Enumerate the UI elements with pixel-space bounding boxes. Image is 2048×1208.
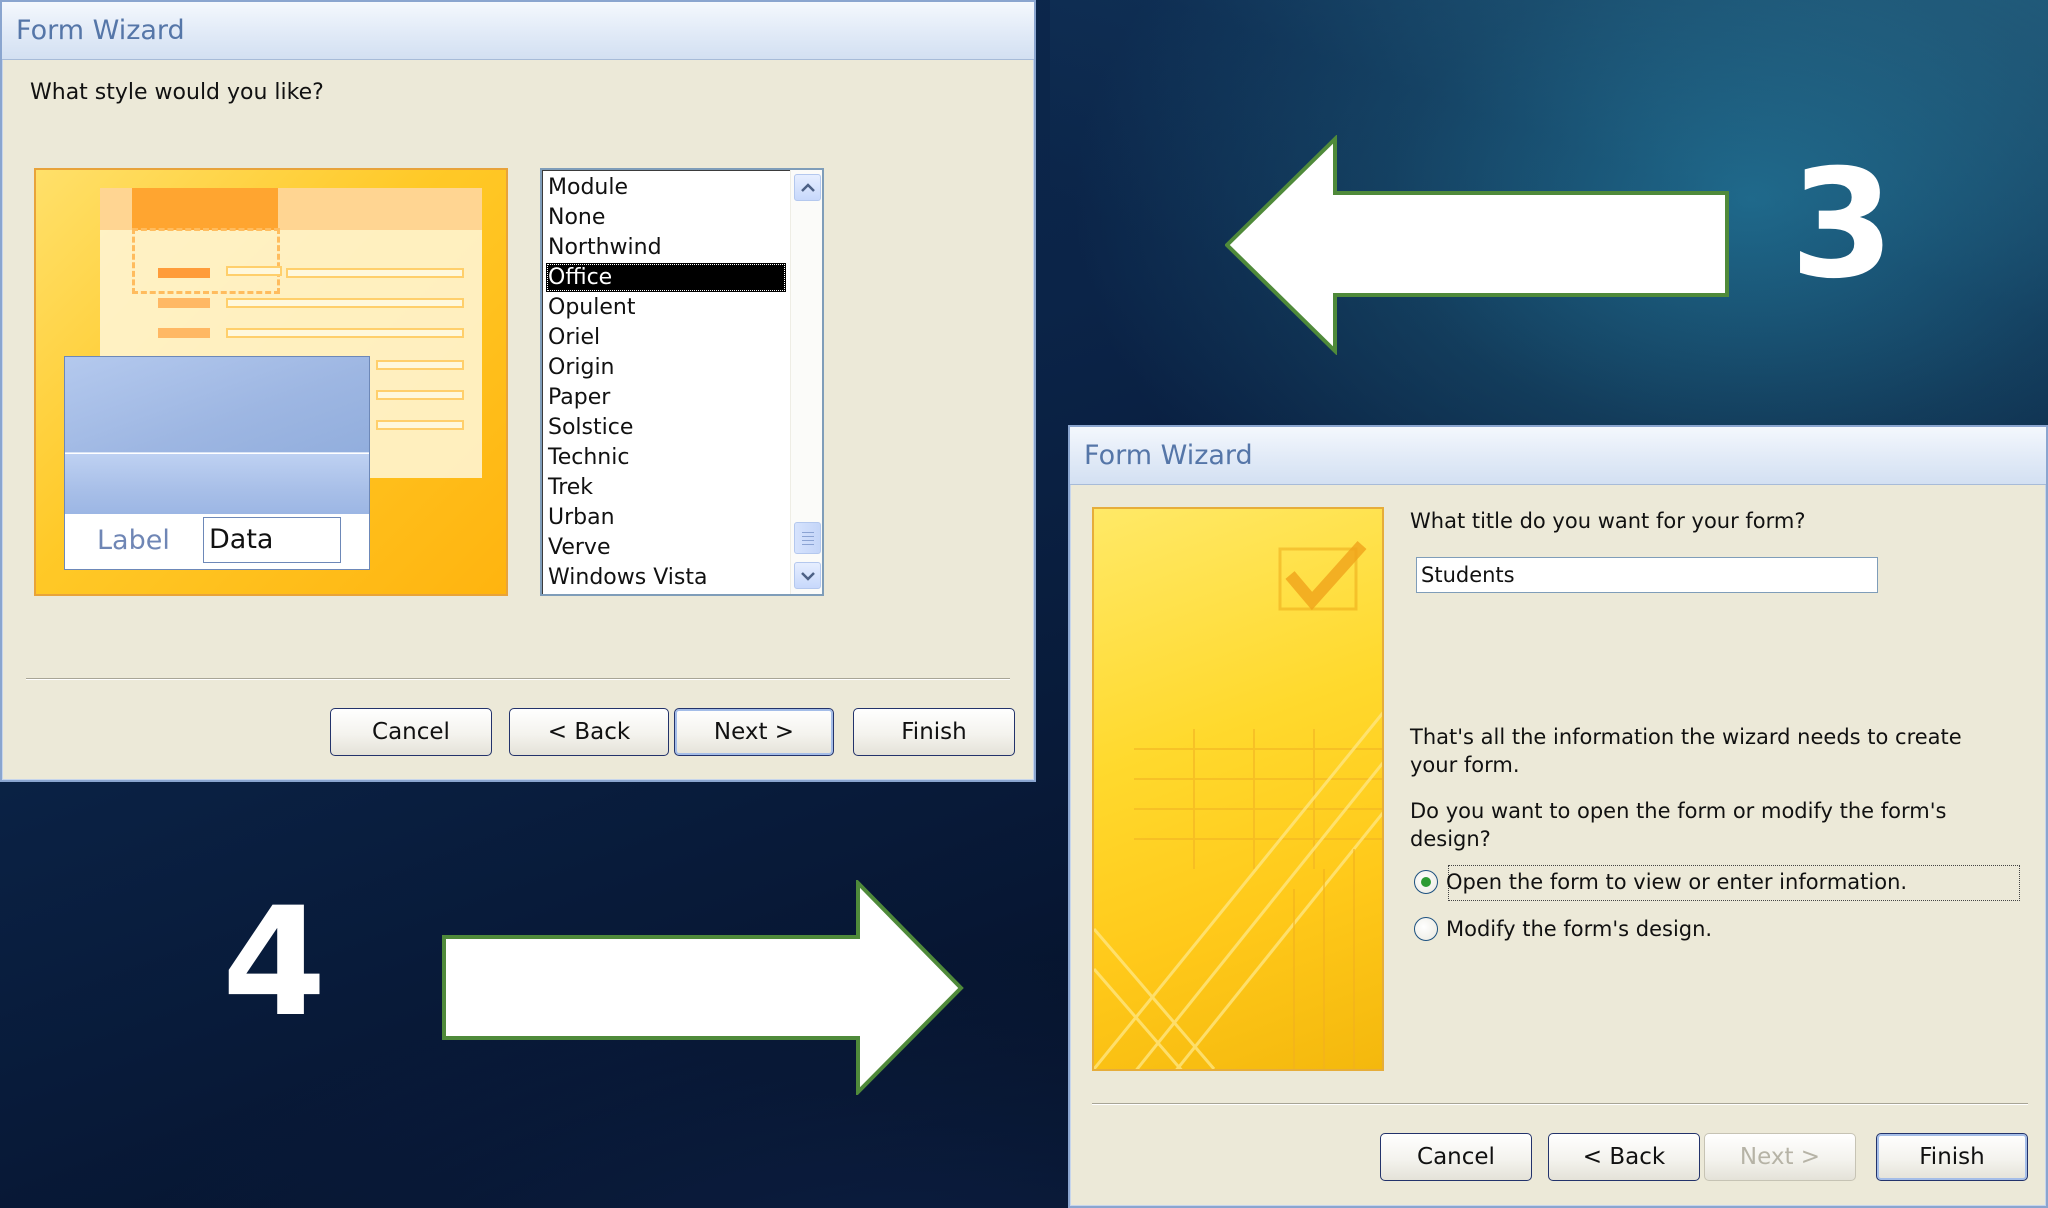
scroll-thumb[interactable] — [794, 522, 821, 554]
style-option[interactable]: Technic — [546, 443, 786, 472]
style-option[interactable]: Opulent — [546, 293, 786, 322]
preview-data: Data — [203, 517, 341, 563]
open-form-option[interactable]: Open the form to view or enter informati… — [1414, 864, 1907, 900]
modify-design-label: Modify the form's design. — [1446, 917, 1713, 941]
finish-button[interactable]: Finish — [1876, 1133, 2028, 1181]
modify-design-option[interactable]: Modify the form's design. — [1414, 911, 1712, 947]
style-option[interactable]: Windows Vista — [546, 563, 786, 592]
back-button[interactable]: < Back — [1548, 1133, 1700, 1181]
info-text: That's all the information the wizard ne… — [1410, 725, 1962, 777]
radio-button[interactable] — [1414, 917, 1438, 941]
step-4-label: 4 — [222, 876, 327, 1050]
wizard-artwork — [1092, 507, 1384, 1071]
style-option[interactable]: Origin — [546, 353, 786, 382]
radio-button-selected[interactable] — [1414, 870, 1438, 894]
style-option[interactable]: Oriel — [546, 323, 786, 352]
cancel-button[interactable]: Cancel — [330, 708, 492, 756]
style-question: What style would you like? — [30, 80, 324, 105]
style-option[interactable]: Trek — [546, 473, 786, 502]
open-form-label: Open the form to view or enter informati… — [1446, 870, 1908, 894]
button-separator — [26, 678, 1010, 680]
left-arrow-icon — [1225, 135, 1729, 355]
open-or-modify-prompt: Do you want to open the form or modify t… — [1410, 799, 1947, 851]
style-option[interactable]: Module — [546, 173, 786, 202]
style-option[interactable]: Paper — [546, 383, 786, 412]
back-button[interactable]: < Back — [509, 708, 669, 756]
title-question: What title do you want for your form? — [1410, 509, 1806, 533]
style-option[interactable]: Verve — [546, 533, 786, 562]
right-arrow-icon — [442, 880, 964, 1095]
style-listbox[interactable]: Module None Northwind Office Opulent Ori… — [540, 168, 824, 596]
preview-card: Label Data — [64, 356, 370, 570]
dialog-title: Form Wizard — [1070, 427, 2046, 485]
style-preview: Label Data — [34, 168, 508, 596]
scroll-up-icon[interactable] — [794, 174, 821, 201]
scroll-down-icon[interactable] — [794, 562, 821, 589]
cancel-button[interactable]: Cancel — [1380, 1133, 1532, 1181]
style-option[interactable]: Northwind — [546, 233, 786, 262]
button-separator — [1092, 1103, 2028, 1105]
form-wizard-style-dialog: Form Wizard What style would you like? L… — [0, 0, 1036, 782]
form-wizard-title-dialog: Form Wizard What title do you want for y… — [1068, 425, 2048, 1208]
dialog-title: Form Wizard — [2, 2, 1034, 60]
style-option[interactable]: Solstice — [546, 413, 786, 442]
form-title-input[interactable]: Students — [1416, 557, 1878, 593]
style-option-selected[interactable]: Office — [546, 263, 786, 292]
preview-label: Label — [97, 525, 170, 556]
next-button[interactable]: Next > — [674, 708, 834, 756]
finish-button[interactable]: Finish — [853, 708, 1015, 756]
style-option[interactable]: None — [546, 203, 786, 232]
listbox-scrollbar[interactable] — [790, 170, 822, 594]
step-3-label: 3 — [1790, 138, 1895, 312]
style-option[interactable]: Urban — [546, 503, 786, 532]
next-button-disabled: Next > — [1704, 1133, 1856, 1181]
